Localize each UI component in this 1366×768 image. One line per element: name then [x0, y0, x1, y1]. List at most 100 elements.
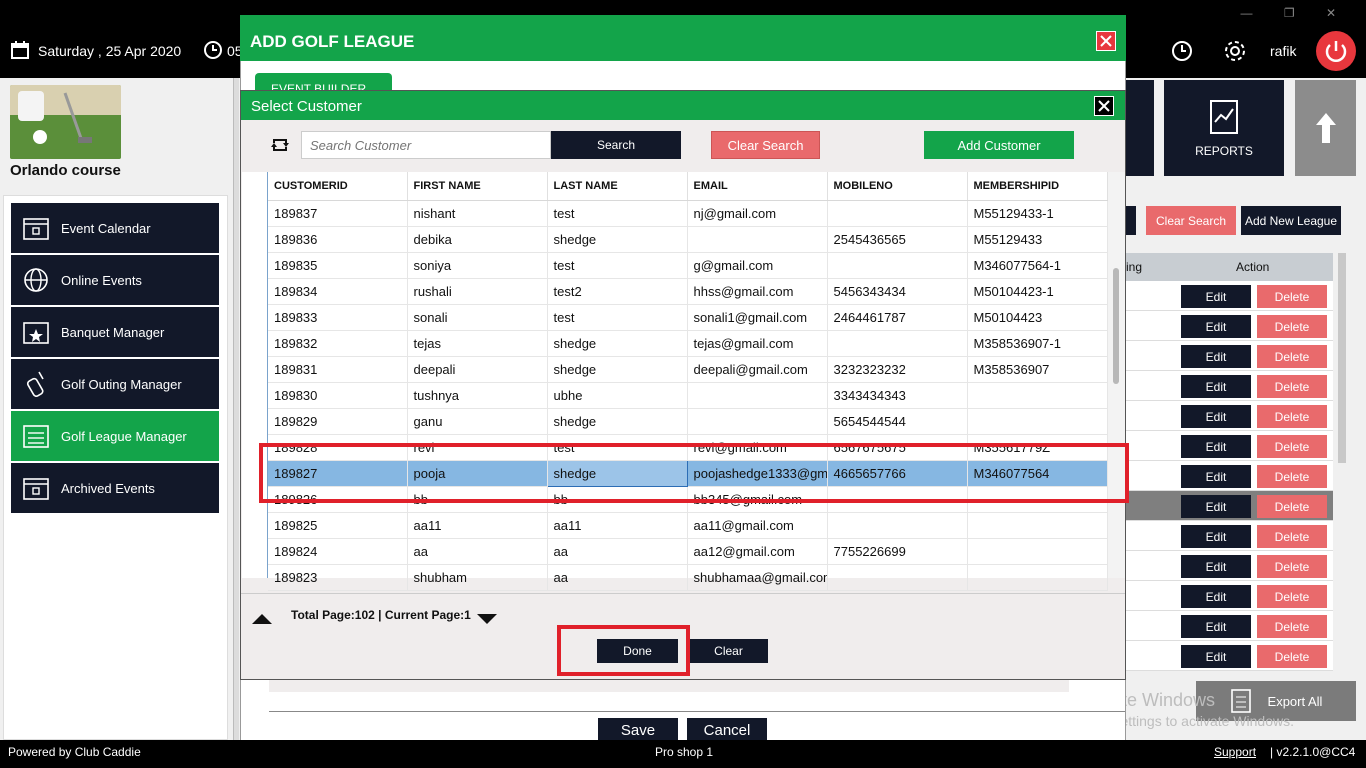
table-cell[interactable]: tejas@gmail.com	[687, 330, 828, 357]
table-cell[interactable]: aa12@gmail.com	[687, 538, 828, 565]
table-cell[interactable]: sonali1@gmail.com	[687, 304, 828, 331]
table-cell[interactable]	[827, 252, 968, 279]
table-cell[interactable]	[687, 408, 828, 435]
table-cell[interactable]	[827, 330, 968, 357]
clear-button[interactable]: Clear	[689, 639, 768, 663]
add-new-league-button[interactable]: Add New League	[1241, 206, 1341, 235]
sidebar-item-event-calendar[interactable]: Event Calendar	[11, 203, 219, 253]
table-cell[interactable]	[967, 512, 1108, 539]
table-cell[interactable]: aa	[407, 538, 548, 565]
edit-button[interactable]: Edit	[1181, 405, 1251, 428]
search-button-partial[interactable]	[1126, 206, 1136, 235]
table-cell[interactable]: shedge	[547, 356, 688, 383]
delete-button[interactable]: Delete	[1257, 495, 1327, 518]
delete-button[interactable]: Delete	[1257, 585, 1327, 608]
grid-scrollbar-thumb[interactable]	[1113, 268, 1119, 384]
edit-button[interactable]: Edit	[1181, 495, 1251, 518]
table-cell[interactable]: M346077564-1	[967, 252, 1108, 279]
table-cell[interactable]	[827, 564, 968, 591]
delete-button[interactable]: Delete	[1257, 555, 1327, 578]
delete-button[interactable]: Delete	[1257, 465, 1327, 488]
table-cell[interactable]	[687, 226, 828, 253]
table-cell[interactable]: 189825	[268, 512, 408, 539]
table-row[interactable]: 189837 nishant test nj@gmail.com M55129433-1	[268, 200, 1108, 227]
reports-tile[interactable]: REPORTS	[1164, 80, 1284, 176]
table-row[interactable]: 189836 debika shedge 2545436565 M55129433	[268, 226, 1108, 253]
column-header-last-name[interactable]: LAST NAME	[547, 172, 688, 201]
table-cell[interactable]: 189831	[268, 356, 408, 383]
table-cell[interactable]: 189824	[268, 538, 408, 565]
table-cell[interactable]: shedge	[547, 408, 688, 435]
edit-button[interactable]: Edit	[1181, 645, 1251, 668]
table-cell[interactable]: 189833	[268, 304, 408, 331]
edit-button[interactable]: Edit	[1181, 345, 1251, 368]
close-button[interactable]	[1096, 31, 1116, 51]
table-cell[interactable]: aa	[547, 564, 688, 591]
table-cell[interactable]: 189829	[268, 408, 408, 435]
table-cell[interactable]: 189823	[268, 564, 408, 591]
table-row[interactable]: 189829 ganu shedge 5654544544	[268, 408, 1108, 435]
league-table-row[interactable]: Edit Delete	[1126, 461, 1333, 491]
table-row[interactable]: 189830 tushnya ubhe 3343434343	[268, 382, 1108, 409]
table-cell[interactable]	[827, 200, 968, 227]
table-cell[interactable]: nishant	[407, 200, 548, 227]
table-cell[interactable]: test	[547, 304, 688, 331]
table-cell[interactable]: tushnya	[407, 382, 548, 409]
table-cell[interactable]: tejas	[407, 330, 548, 357]
sidebar-item-banquet-manager[interactable]: Banquet Manager	[11, 307, 219, 357]
sidebar-item-golf-outing-manager[interactable]: Golf Outing Manager	[11, 359, 219, 409]
edit-button[interactable]: Edit	[1181, 435, 1251, 458]
search-customer-field[interactable]	[302, 132, 550, 158]
table-cell[interactable]: 189832	[268, 330, 408, 357]
table-cell[interactable]: ganu	[407, 408, 548, 435]
league-table-row[interactable]: Edit Delete	[1126, 371, 1333, 401]
delete-button[interactable]: Delete	[1257, 375, 1327, 398]
table-cell[interactable]: 3343434343	[827, 382, 968, 409]
column-header-customerid[interactable]: CUSTOMERID	[268, 172, 408, 201]
table-row[interactable]: 189831 deepali shedge deepali@gmail.com 3232…	[268, 356, 1108, 383]
table-cell[interactable]: 2545436565	[827, 226, 968, 253]
league-table-row[interactable]: Edit Delete	[1126, 581, 1333, 611]
league-table-row[interactable]: Edit Delete	[1126, 521, 1333, 551]
delete-button[interactable]: Delete	[1257, 645, 1327, 668]
edit-button[interactable]: Edit	[1181, 375, 1251, 398]
edit-button[interactable]: Edit	[1181, 585, 1251, 608]
delete-button[interactable]: Delete	[1257, 285, 1327, 308]
table-cell[interactable]: 189837	[268, 200, 408, 227]
table-cell[interactable]: 189836	[268, 226, 408, 253]
table-cell[interactable]: sonali	[407, 304, 548, 331]
table-cell[interactable]: hhss@gmail.com	[687, 278, 828, 305]
clock-icon[interactable]	[1171, 40, 1193, 62]
column-header-mobileno[interactable]: MOBILENO	[827, 172, 968, 201]
table-cell[interactable]: shubhamaa@gmail.com	[687, 564, 828, 591]
column-header-membershipid[interactable]: MEMBERSHIPID	[967, 172, 1108, 201]
table-row[interactable]: 189835 soniya test g@gmail.com M346077564-1	[268, 252, 1108, 279]
search-customer-input[interactable]	[301, 131, 551, 159]
table-cell[interactable]: M50104423	[967, 304, 1108, 331]
table-cell[interactable]: M358536907	[967, 356, 1108, 383]
table-cell[interactable]: 5654544544	[827, 408, 968, 435]
edit-button[interactable]: Edit	[1181, 315, 1251, 338]
league-table-row[interactable]: Edit Delete	[1126, 641, 1333, 671]
table-cell[interactable]: 189834	[268, 278, 408, 305]
table-cell[interactable]: rushali	[407, 278, 548, 305]
table-cell[interactable]	[967, 408, 1108, 435]
edit-button[interactable]: Edit	[1181, 285, 1251, 308]
table-cell[interactable]: 189830	[268, 382, 408, 409]
table-cell[interactable]: 189835	[268, 252, 408, 279]
table-cell[interactable]: test2	[547, 278, 688, 305]
table-cell[interactable]: soniya	[407, 252, 548, 279]
league-table-row[interactable]: Edit Delete	[1126, 311, 1333, 341]
table-cell[interactable]	[827, 512, 968, 539]
league-table-row[interactable]: Edit Delete	[1126, 611, 1333, 641]
table-cell[interactable]: aa11	[547, 512, 688, 539]
sidebar-item-online-events[interactable]: Online Events	[11, 255, 219, 305]
close-button[interactable]	[1094, 96, 1114, 116]
table-cell[interactable]: deepali	[407, 356, 548, 383]
gear-icon[interactable]	[1222, 38, 1248, 64]
edit-button[interactable]: Edit	[1181, 615, 1251, 638]
edit-button[interactable]: Edit	[1181, 465, 1251, 488]
edit-button[interactable]: Edit	[1181, 525, 1251, 548]
clear-search-button[interactable]: Clear Search	[711, 131, 820, 159]
league-table-row[interactable]: Edit Delete	[1126, 431, 1333, 461]
